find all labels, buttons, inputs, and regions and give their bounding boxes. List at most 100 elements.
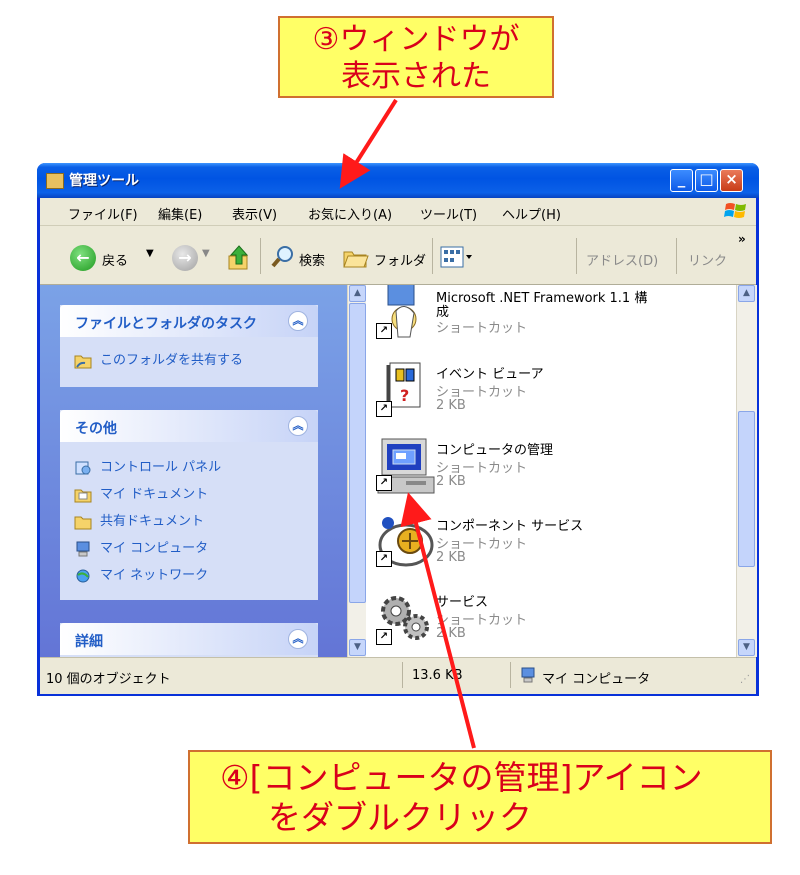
collapse-chevron-icon[interactable]: ︽ [288, 416, 308, 436]
scroll-up-arrow-icon[interactable]: ▲ [349, 285, 366, 302]
toolbar-separator [676, 238, 677, 274]
file-list: ↗ Microsoft .NET Framework 1.1 構 成 ショートカ… [366, 285, 736, 657]
callout-top-line1: ③ウィンドウが [312, 22, 520, 57]
details-title: 詳細 [75, 634, 103, 650]
menu-view[interactable]: 表示(V) [232, 204, 277, 223]
svg-text:?: ? [400, 386, 409, 405]
task-my-documents[interactable]: マイ ドキュメント [74, 481, 304, 508]
task-pane: ファイルとフォルダのタスク ︽ このフォルダを共有する その他 ︽ コントロール… [40, 285, 347, 657]
collapse-chevron-icon[interactable]: ︽ [288, 629, 308, 649]
title-bar[interactable]: 管理ツール _ □ × [37, 163, 759, 198]
collapse-chevron-icon[interactable]: ︽ [288, 311, 308, 331]
maximize-button[interactable]: □ [695, 169, 718, 192]
menu-favorites[interactable]: お気に入り(A) [308, 204, 392, 223]
my-computer-icon [76, 541, 90, 556]
file-name: イベント ビューア [436, 367, 544, 382]
details-header[interactable]: 詳細 ︽ [60, 623, 318, 655]
file-type: ショートカット [436, 321, 528, 336]
forward-arrow-icon[interactable]: → [172, 245, 198, 271]
callout-top-line2: 表示された [341, 59, 491, 94]
windows-logo-icon [724, 203, 746, 218]
forward-dropdown-icon[interactable]: ▼ [202, 248, 210, 259]
file-item-component-services[interactable]: ↗ コンポーネント サービス ショートカット 2 KB [366, 511, 736, 587]
resize-grip-icon[interactable]: ⋰ [740, 674, 750, 685]
file-item-event-viewer[interactable]: ? ↗ イベント ビューア ショートカット 2 KB [366, 359, 736, 435]
shortcut-arrow-icon: ↗ [376, 629, 392, 645]
task-shared-documents[interactable]: 共有ドキュメント [74, 508, 304, 535]
status-bar: 10 個のオブジェクト 13.6 KB マイ コンピュータ ⋰ [40, 657, 756, 694]
control-panel-icon [75, 461, 91, 474]
my-network-icon [76, 569, 90, 582]
back-dropdown-icon[interactable]: ▼ [146, 248, 154, 259]
file-folder-tasks-header[interactable]: ファイルとフォルダのタスク ︽ [60, 305, 318, 337]
address-label[interactable]: アドレス(D) [586, 250, 658, 269]
back-arrow-icon[interactable]: ← [70, 245, 96, 271]
file-size: 2 KB [436, 474, 466, 489]
callout-bottom-line2: をダブルクリック [268, 798, 532, 837]
close-button[interactable]: × [720, 169, 743, 192]
task-control-panel-label: コントロール パネル [100, 459, 222, 475]
callout-window-shown: ③ウィンドウが 表示された [278, 16, 554, 98]
scroll-thumb[interactable] [738, 411, 755, 567]
task-my-documents-label: マイ ドキュメント [100, 486, 209, 502]
task-pane-scrollbar[interactable]: ▲ ▼ [347, 285, 367, 657]
scroll-thumb[interactable] [349, 303, 366, 603]
other-places-header[interactable]: その他 ︽ [60, 410, 318, 442]
file-size: 2 KB [436, 398, 466, 413]
task-my-computer[interactable]: マイ コンピュータ [74, 535, 304, 562]
back-button-label[interactable]: 戻る [102, 250, 128, 269]
menu-bar: ファイル(F) 編集(E) 表示(V) お気に入り(A) ツール(T) ヘルプ(… [40, 198, 756, 226]
callout-double-click-instruction: ④[コンピュータの管理]アイコン をダブルクリック [188, 750, 772, 844]
search-button-label[interactable]: 検索 [299, 250, 325, 269]
search-icon[interactable] [270, 244, 296, 270]
file-folder-tasks-panel: ファイルとフォルダのタスク ︽ このフォルダを共有する [60, 305, 318, 387]
other-places-title: その他 [75, 421, 117, 437]
file-item-computer-management[interactable]: ↗ コンピュータの管理 ショートカット 2 KB [366, 435, 736, 511]
file-size: 2 KB [436, 550, 466, 565]
details-panel: 詳細 ︽ [60, 623, 318, 657]
shortcut-arrow-icon: ↗ [376, 551, 392, 567]
toolbar-separator [432, 238, 433, 274]
task-my-network-label: マイ ネットワーク [100, 567, 209, 583]
window-title: 管理ツール [69, 173, 139, 189]
status-location: マイ コンピュータ [542, 672, 651, 687]
toolbar-separator [576, 238, 577, 274]
share-folder-icon [74, 355, 92, 368]
file-size: 2 KB [436, 626, 466, 641]
menu-file[interactable]: ファイル(F) [68, 204, 138, 223]
toolbar-separator [260, 238, 261, 274]
scroll-down-arrow-icon[interactable]: ▼ [738, 639, 755, 656]
file-item-services[interactable]: ↗ サービス ショートカット 2 KB [366, 587, 736, 657]
status-size: 13.6 KB [412, 668, 463, 683]
shortcut-arrow-icon: ↗ [376, 401, 392, 417]
task-share-folder-label: このフォルダを共有する [100, 352, 244, 368]
file-name: コンピュータの管理 [436, 443, 554, 458]
file-list-scrollbar[interactable]: ▲ ▼ [736, 285, 757, 657]
scroll-down-arrow-icon[interactable]: ▼ [349, 639, 366, 656]
views-icon[interactable] [440, 246, 474, 268]
menu-tools[interactable]: ツール(T) [420, 204, 477, 223]
status-separator [510, 662, 511, 688]
file-name: Microsoft .NET Framework 1.1 構 [436, 291, 648, 306]
status-object-count: 10 個のオブジェクト [46, 672, 171, 687]
file-name: サービス [436, 595, 489, 610]
task-control-panel[interactable]: コントロール パネル [74, 454, 304, 481]
file-item-dotnet-config[interactable]: ↗ Microsoft .NET Framework 1.1 構 成 ショートカ… [366, 285, 736, 355]
admin-tools-window: 管理ツール _ □ × ファイル(F) 編集(E) 表示(V) お気に入り(A)… [37, 163, 759, 696]
task-share-folder[interactable]: このフォルダを共有する [74, 347, 304, 374]
folders-button-label[interactable]: フォルダ [374, 250, 426, 269]
task-my-network[interactable]: マイ ネットワーク [74, 562, 304, 589]
callout-bottom-line1: ④[コンピュータの管理]アイコン [220, 758, 703, 797]
standard-toolbar: ← 戻る ▼ → ▼ 検索 フォルダ アドレス(D) リンク » [40, 226, 756, 285]
links-label[interactable]: リンク [688, 250, 727, 269]
folders-icon[interactable] [342, 246, 370, 270]
file-name: コンポーネント サービス [436, 519, 584, 534]
toolbar-more-chevron-icon[interactable]: » [738, 232, 746, 246]
scroll-up-arrow-icon[interactable]: ▲ [738, 285, 755, 302]
minimize-button[interactable]: _ [670, 169, 693, 192]
other-places-panel: その他 ︽ コントロール パネル マイ ドキュメント 共有ドキュメント マイ コ… [60, 410, 318, 600]
menu-edit[interactable]: 編集(E) [158, 204, 202, 223]
up-folder-icon[interactable] [226, 244, 252, 272]
task-my-computer-label: マイ コンピュータ [100, 540, 209, 556]
menu-help[interactable]: ヘルプ(H) [502, 204, 561, 223]
